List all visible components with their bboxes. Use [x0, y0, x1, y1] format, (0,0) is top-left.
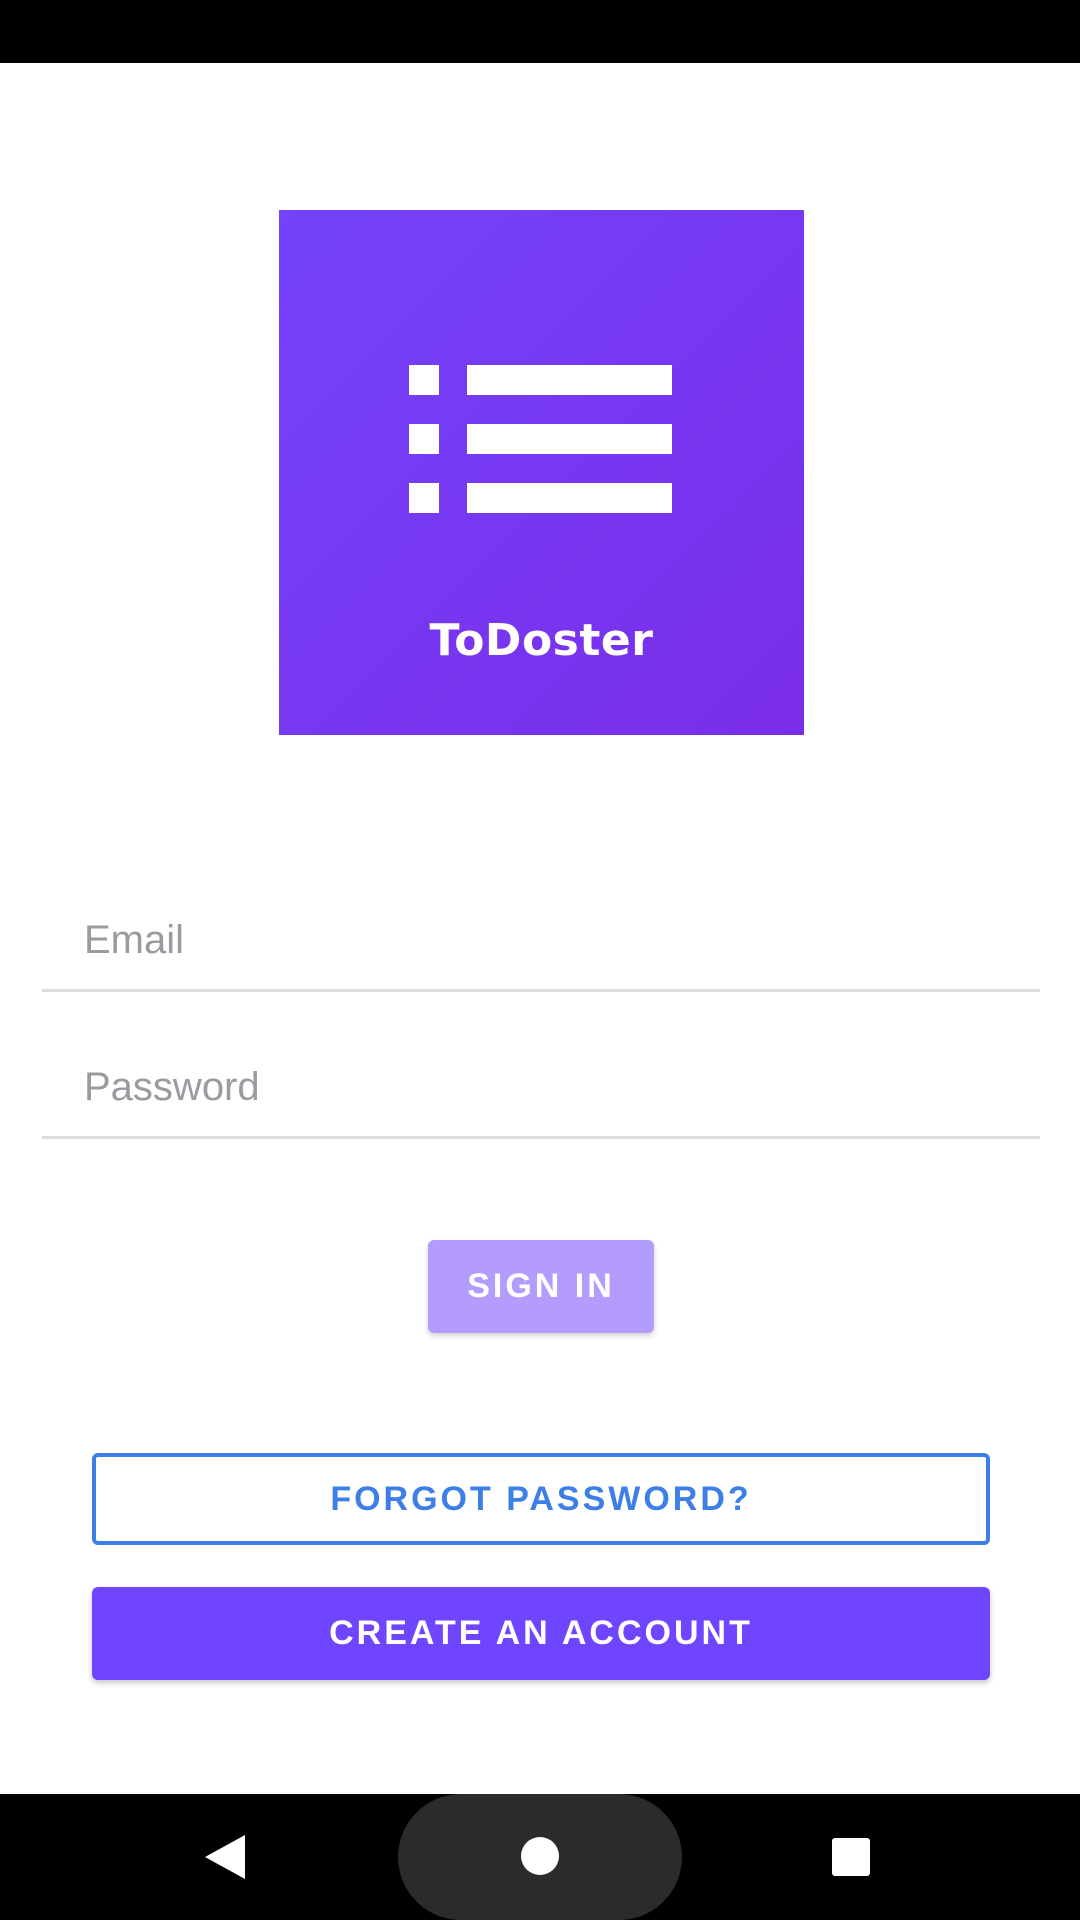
list-bullet [409, 424, 439, 454]
navigation-bar [0, 1794, 1080, 1920]
forgot-password-label: FORGOT PASSWORD? [330, 1479, 752, 1518]
list-bar [467, 365, 672, 395]
list-bar [467, 483, 672, 513]
home-circle-icon[interactable] [521, 1837, 559, 1875]
create-account-label: CREATE AN ACCOUNT [329, 1614, 753, 1652]
list-bar [467, 424, 672, 454]
email-field[interactable] [42, 892, 1040, 992]
list-bullet [409, 483, 439, 513]
create-account-button[interactable]: CREATE AN ACCOUNT [92, 1587, 990, 1680]
sign-in-label: SIGN IN [467, 1267, 615, 1305]
list-bullet [409, 365, 439, 395]
forgot-password-button[interactable]: FORGOT PASSWORD? [92, 1453, 990, 1545]
sign-in-button[interactable]: SIGN IN [428, 1240, 654, 1333]
password-field[interactable] [42, 1039, 1040, 1139]
back-triangle-icon[interactable] [205, 1835, 245, 1879]
logo-name: ToDoster [429, 615, 654, 666]
status-bar [0, 0, 1080, 63]
app-logo: ToDoster [279, 210, 804, 735]
recents-square-icon[interactable] [832, 1838, 870, 1876]
